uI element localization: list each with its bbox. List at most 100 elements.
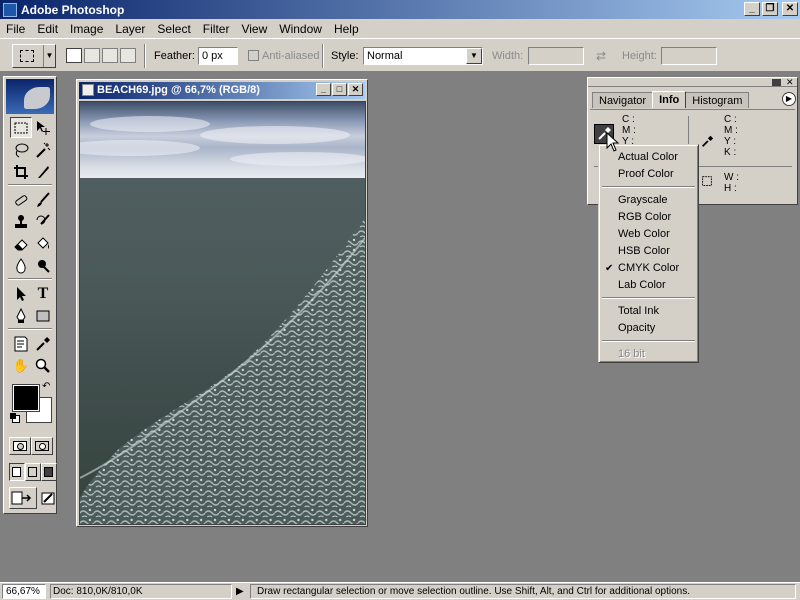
magic-wand-tool[interactable] [32,139,54,160]
tab-histogram[interactable]: Histogram [685,92,750,108]
menu-window[interactable]: Window [273,22,328,36]
width-input[interactable] [528,47,584,65]
crop-tool[interactable] [10,161,32,182]
type-tool[interactable]: T [32,283,54,304]
document-title-bar[interactable]: BEACH69.jpg @ 66,7% (RGB/8) _ □ ✕ [79,82,365,99]
menu-help[interactable]: Help [328,22,365,36]
menu-item-label: CMYK Color [618,262,680,274]
jump-to-imageready-button[interactable] [9,487,37,509]
tab-info[interactable]: Info [652,91,687,108]
menu-view[interactable]: View [235,22,273,36]
menu-item-cmyk-color[interactable]: ✔ CMYK Color [601,260,696,277]
menu-item-web-color[interactable]: Web Color [601,226,696,243]
blur-tool[interactable] [10,255,32,276]
style-label: Style: [331,50,359,62]
screen-mode-icon [12,467,21,477]
foreground-color-swatch[interactable] [12,384,40,412]
document-close-button[interactable]: ✕ [348,83,363,96]
menu-item-label: Lab Color [618,279,666,291]
width-label: Width: [492,50,524,62]
standard-screen-mode-button[interactable] [9,463,25,481]
eraser-tool[interactable] [10,233,32,254]
restore-button[interactable]: ❐ [762,2,778,16]
window-controls: _ ❐ ✕ [744,2,798,16]
subtract-from-selection-button[interactable] [102,48,118,63]
document-minimize-button[interactable]: _ [316,83,331,96]
menu-item-lab-color[interactable]: Lab Color [601,277,696,294]
menu-edit[interactable]: Edit [31,22,64,36]
quick-mask-mode-button[interactable] [31,437,53,455]
menu-file[interactable]: File [0,22,31,36]
menu-image[interactable]: Image [64,22,109,36]
menu-select[interactable]: Select [151,22,196,36]
document-maximize-button[interactable]: □ [332,83,347,96]
menu-item-grayscale[interactable]: Grayscale [601,192,696,209]
height-input[interactable] [661,47,717,65]
notes-tool[interactable] [10,333,32,354]
zoom-tool[interactable] [32,355,54,376]
file-browser-icon [41,492,55,504]
full-screen-menu-mode-button[interactable] [25,463,41,481]
tool-preset-picker[interactable]: ▼ [12,44,56,68]
history-brush-tool[interactable] [32,211,54,232]
standard-mode-button[interactable] [9,437,31,455]
image-canvas[interactable] [79,101,366,525]
menu-item-opacity[interactable]: Opacity [601,320,696,337]
eyedropper-icon [36,336,50,351]
menu-filter[interactable]: Filter [197,22,236,36]
arrow-cursor-icon [17,286,26,301]
healing-brush-tool[interactable] [10,189,32,210]
default-colors-icon[interactable] [10,413,20,423]
palette-minimize-button[interactable] [772,79,781,86]
minimize-button[interactable]: _ [744,2,760,16]
quick-mask-icon [35,441,49,451]
swap-dimensions-icon[interactable]: ⇄ [596,49,606,63]
new-selection-button[interactable] [66,48,82,63]
clone-stamp-tool[interactable] [10,211,32,232]
palette-menu-button[interactable]: ▶ [782,92,796,106]
app-title-bar: Adobe Photoshop _ ❐ ✕ [0,0,800,19]
document-window: BEACH69.jpg @ 66,7% (RGB/8) _ □ ✕ [76,79,368,527]
tab-navigator[interactable]: Navigator [592,92,654,108]
eyedropper-tool[interactable] [32,333,54,354]
menu-item-proof-color[interactable]: Proof Color [601,166,696,183]
wave-foam [80,178,365,524]
pen-tool[interactable] [10,305,32,326]
full-screen-mode-button[interactable] [41,463,57,481]
options-divider [322,44,324,68]
lasso-tool[interactable] [10,139,32,160]
file-browser-button[interactable] [37,487,59,508]
paint-bucket-tool[interactable] [32,233,54,254]
feather-input[interactable]: 0 px [198,47,238,65]
menu-item-total-ink[interactable]: Total Ink [601,303,696,320]
menu-item-rgb-color[interactable]: RGB Color [601,209,696,226]
slice-tool[interactable] [32,161,54,182]
move-tool[interactable] [32,117,54,138]
menu-item-hsb-color[interactable]: HSB Color [601,243,696,260]
eyedropper-icon[interactable] [700,134,714,148]
zoom-level-field[interactable]: 66,67% [2,584,46,599]
crop-icon [14,164,28,179]
rectangular-marquee-tool[interactable] [10,117,32,138]
m-label: M : [724,125,738,136]
path-selection-tool[interactable] [10,283,32,304]
palette-title-bar[interactable]: ✕ [588,78,797,87]
palette-close-button[interactable]: ✕ [786,78,795,87]
marquee-icon [14,122,28,133]
intersect-selection-button[interactable] [120,48,136,63]
eraser-icon [14,238,28,250]
close-button[interactable]: ✕ [782,2,798,16]
swap-colors-icon[interactable]: ↶ [42,381,50,392]
brush-tool[interactable] [32,189,54,210]
anti-aliased-label: Anti-aliased [262,50,320,62]
photoshop-logo[interactable] [6,79,54,114]
menu-layer[interactable]: Layer [109,22,151,36]
hand-tool[interactable]: ✋ [10,355,32,376]
stamp-icon [15,214,27,228]
options-divider [144,44,146,68]
status-menu-arrow-icon[interactable]: ▶ [236,586,244,597]
rectangle-tool[interactable] [32,305,54,326]
style-select[interactable]: Normal ▼ [363,47,483,65]
burn-tool[interactable] [32,255,54,276]
add-to-selection-button[interactable] [84,48,100,63]
